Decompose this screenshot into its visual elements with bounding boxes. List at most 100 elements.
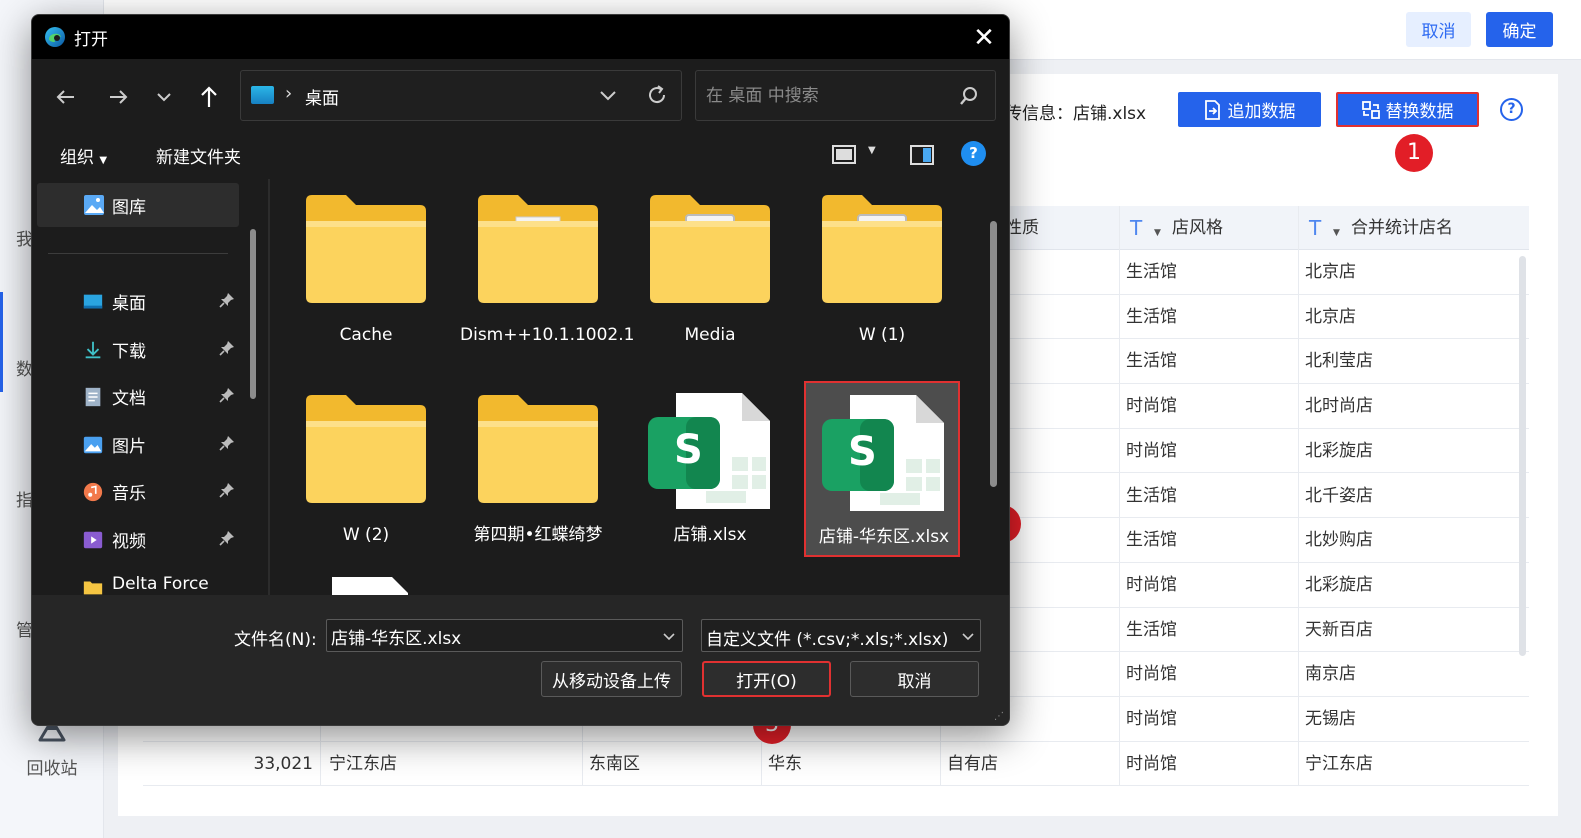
text-type-icon: T <box>1309 216 1322 240</box>
search-box[interactable] <box>695 70 996 121</box>
filetype-value: 自定义文件 (*.csv;*.xls;*.xlsx) <box>706 630 949 650</box>
dialog-command-bar: 组织 ▼ 新建文件夹 ▼ ? <box>32 131 1009 179</box>
nav-item[interactable]: 文档 <box>32 374 264 418</box>
breadcrumb-location[interactable]: 桌面 <box>305 84 339 109</box>
pin-icon[interactable] <box>218 529 236 547</box>
forward-arrow-icon[interactable] <box>104 83 132 111</box>
help-icon[interactable]: ? <box>1500 98 1523 121</box>
append-file-icon <box>1204 99 1220 120</box>
file-item[interactable]: S 店铺.xlsx <box>632 381 788 557</box>
caret-down-icon[interactable]: ▼ <box>1333 228 1340 238</box>
search-input[interactable] <box>706 83 946 109</box>
svg-text:S: S <box>674 427 703 473</box>
nav-item[interactable]: 桌面 <box>32 279 264 323</box>
pane-splitter[interactable] <box>268 179 270 595</box>
navigation-pane: 图库 桌面下载文档 图片 音乐 视频 Delta Force <box>32 179 264 595</box>
chevron-down-icon[interactable] <box>596 83 620 107</box>
file-item-selected[interactable]: S 店铺-华东区.xlsx <box>804 381 960 557</box>
folder-item[interactable]: Media <box>632 181 788 357</box>
breadcrumb-chevron-icon[interactable]: › <box>285 83 292 104</box>
nav-item-label: 下载 <box>112 341 146 362</box>
pin-icon[interactable] <box>218 339 236 357</box>
folder-item[interactable]: 第四期•红蝶绮梦 <box>460 381 616 557</box>
document-folder-icon <box>474 191 602 311</box>
folder-item[interactable]: W (1) <box>804 181 960 357</box>
folder-item[interactable]: W (2) <box>288 381 444 557</box>
video-folder-icon <box>646 191 774 311</box>
nav-divider <box>48 253 228 254</box>
table-cell-merged-name: 北时尚店 <box>1305 396 1373 417</box>
column-header: 性质 <box>1005 218 1039 238</box>
sidebar-item-recycle-bin[interactable]: 回收站 <box>0 718 104 798</box>
table-row[interactable]: 33,021 宁江东店 东南区 华东 自有店 时尚馆 宁江东店 <box>143 741 1529 787</box>
replace-data-label: 替换数据 <box>1385 102 1454 122</box>
cancel-button[interactable]: 取消 <box>850 661 979 697</box>
table-cell-style: 时尚馆 <box>1126 396 1177 417</box>
back-arrow-icon[interactable] <box>52 83 80 111</box>
table-cell-merged: 宁江东店 <box>1305 753 1373 774</box>
caret-down-icon[interactable]: ▼ <box>1154 228 1161 238</box>
pin-icon[interactable] <box>218 434 236 452</box>
open-file-dialog: 打开 ✕ › 桌面 在 桌面 中搜索 组织 ▼ 新建文件夹 ▼ ? 图库 桌面 … <box>31 14 1010 726</box>
up-arrow-icon[interactable] <box>195 83 223 111</box>
spreadsheet-file-icon: S <box>646 391 774 511</box>
organize-menu[interactable]: 组织 ▼ <box>60 143 107 168</box>
nav-item[interactable]: Delta Force <box>32 564 264 595</box>
nav-item-gallery[interactable]: 图库 <box>37 183 239 227</box>
top-confirm-button[interactable]: 确定 <box>1486 12 1553 47</box>
filename-input[interactable] <box>331 624 651 648</box>
file-name: 店铺-华东区.xlsx <box>818 527 950 547</box>
table-cell-merged-name: 天新百店 <box>1305 619 1373 640</box>
folder-item[interactable]: Dism++10.1.1002.1 <box>460 181 635 357</box>
table-cell-merged-name: 北彩旋店 <box>1305 574 1373 595</box>
folder-icon <box>474 391 602 511</box>
address-bar[interactable]: › 桌面 <box>240 70 682 121</box>
file-item-partial[interactable] <box>288 573 444 595</box>
file-name: 第四期•红蝶绮梦 <box>473 525 603 545</box>
refresh-icon[interactable] <box>645 83 669 107</box>
recent-locations-chevron-down-icon[interactable] <box>150 83 178 111</box>
file-list-scrollbar[interactable] <box>990 221 997 487</box>
nav-item[interactable]: 下载 <box>32 327 264 371</box>
help-icon[interactable]: ? <box>961 141 986 166</box>
caret-down-icon[interactable]: ▼ <box>868 145 876 156</box>
nav-item-icon <box>83 581 103 595</box>
file-name: Dism++10.1.1002.1 <box>460 325 635 345</box>
table-cell-merged-name: 北彩旋店 <box>1305 440 1373 461</box>
table-scrollbar[interactable] <box>1519 256 1526 656</box>
table-cell-merged-name: 无锡店 <box>1305 709 1356 729</box>
table-cell-style: 生活馆 <box>1126 619 1177 640</box>
chevron-down-icon[interactable] <box>960 628 976 644</box>
pin-icon[interactable] <box>218 291 236 309</box>
nav-item[interactable]: 音乐 <box>32 469 264 513</box>
table-cell-style: 生活馆 <box>1126 485 1177 506</box>
replace-data-button[interactable]: 替换数据 <box>1336 92 1479 127</box>
view-mode-icon[interactable] <box>831 143 857 167</box>
close-icon[interactable]: ✕ <box>970 23 998 51</box>
replace-icon <box>1361 100 1380 119</box>
file-name: W (2) <box>342 525 390 545</box>
video-folder-icon <box>818 191 946 311</box>
filename-combobox[interactable] <box>326 619 683 652</box>
pin-icon[interactable] <box>218 386 236 404</box>
dialog-titlebar[interactable]: 打开 ✕ <box>32 15 1009 59</box>
search-icon[interactable] <box>958 85 980 107</box>
folder-item[interactable]: Cache <box>288 181 444 357</box>
nav-pane-scrollbar[interactable] <box>250 229 256 399</box>
nav-item[interactable]: 视频 <box>32 517 264 561</box>
filetype-select[interactable]: 自定义文件 (*.csv;*.xls;*.xlsx) <box>701 619 981 652</box>
step-badge-1: 1 <box>1395 134 1433 172</box>
top-cancel-button[interactable]: 取消 <box>1406 12 1471 47</box>
file-name: 店铺.xlsx <box>673 525 747 545</box>
nav-item[interactable]: 图片 <box>32 422 264 466</box>
upload-from-mobile-button[interactable]: 从移动设备上传 <box>541 661 682 697</box>
append-data-button[interactable]: 追加数据 <box>1178 92 1321 127</box>
table-cell-style: 时尚馆 <box>1126 709 1177 729</box>
pin-icon[interactable] <box>218 481 236 499</box>
open-button[interactable]: 打开(O) <box>702 661 831 697</box>
preview-pane-icon[interactable] <box>909 143 935 167</box>
resize-grip-icon[interactable]: ⋰ <box>994 711 1004 722</box>
new-folder-button[interactable]: 新建文件夹 <box>156 143 241 168</box>
table-cell-style: 时尚馆 <box>1126 440 1177 461</box>
chevron-down-icon[interactable] <box>661 628 677 644</box>
